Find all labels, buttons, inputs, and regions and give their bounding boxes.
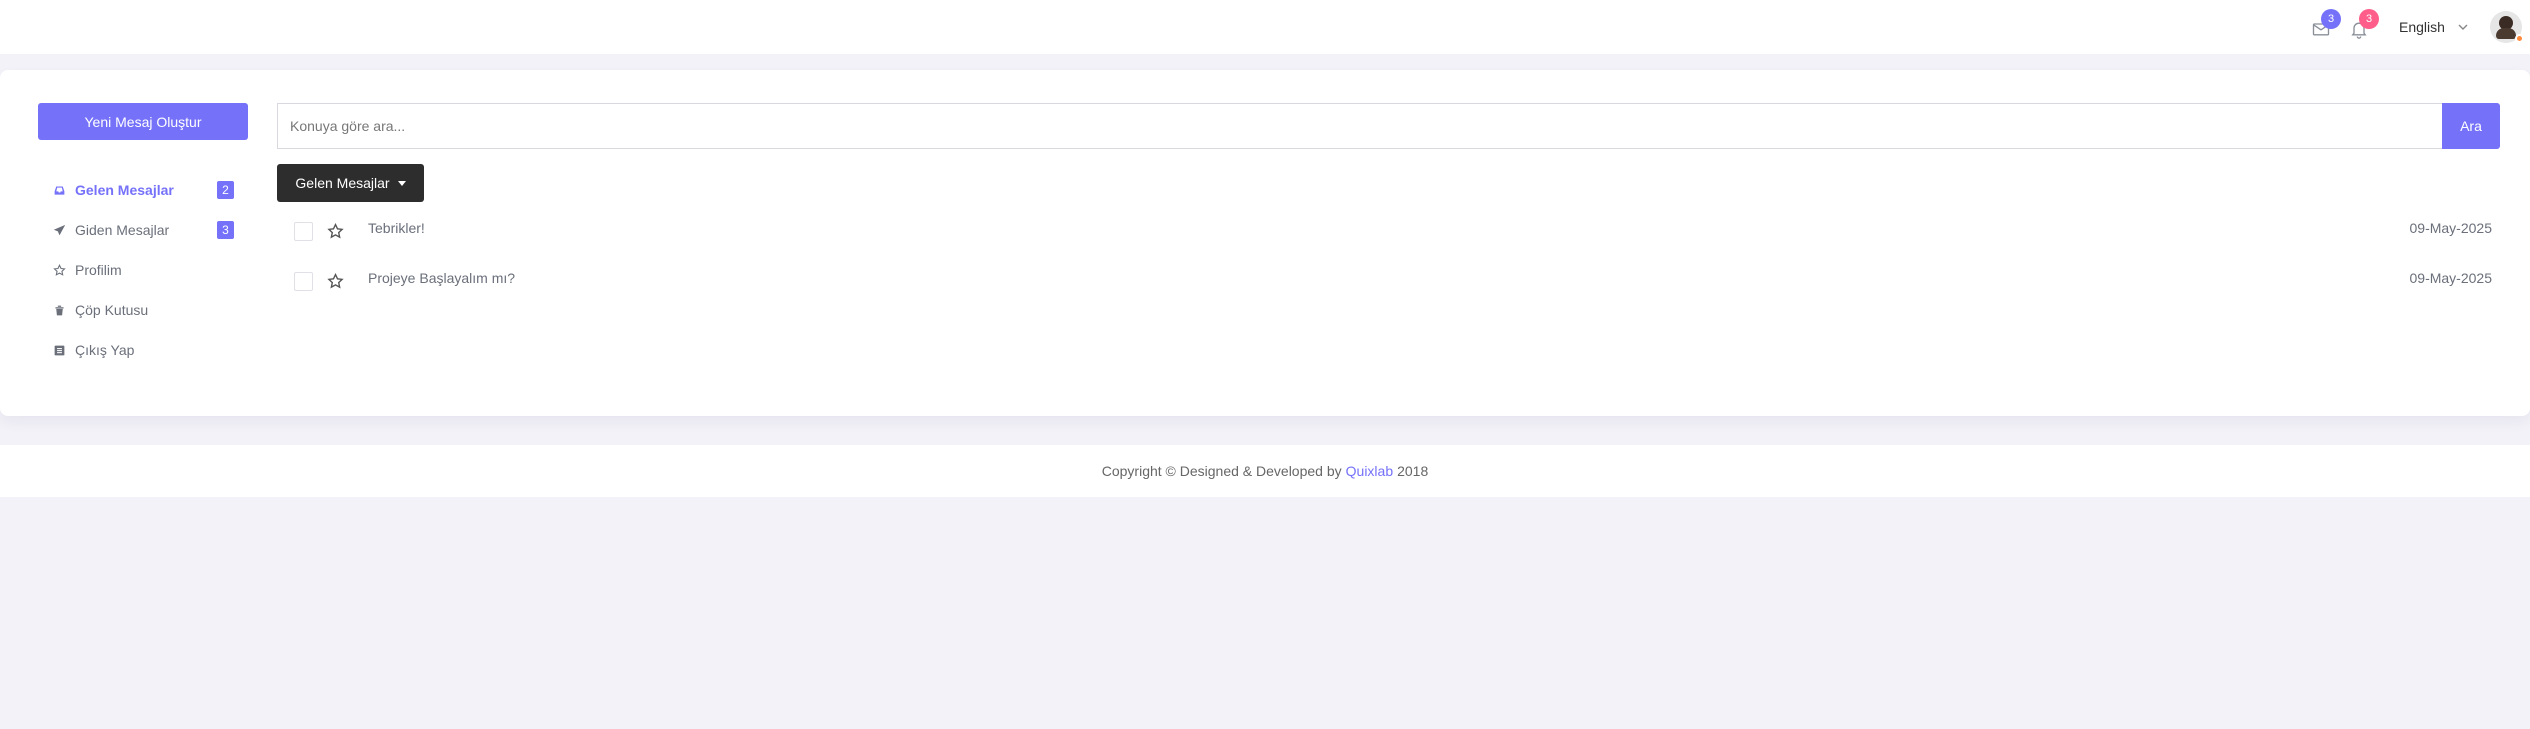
- sidebar-item-sent[interactable]: Giden Mesajlar 3: [52, 210, 234, 250]
- message-row[interactable]: Tebrikler! 09-May-2025: [277, 208, 2500, 248]
- sent-count-badge: 3: [217, 221, 234, 239]
- sidebar-item-label: Çıkış Yap: [75, 342, 135, 358]
- chevron-down-icon: [2458, 24, 2468, 30]
- message-checkbox[interactable]: [294, 272, 313, 291]
- folder-dropdown[interactable]: Gelen Mesajlar: [277, 164, 424, 202]
- search-input[interactable]: [277, 103, 2442, 149]
- footer: Copyright © Designed & Developed by Quix…: [0, 445, 2530, 497]
- search-button[interactable]: Ara: [2442, 103, 2500, 149]
- language-label: English: [2399, 19, 2445, 35]
- footer-link[interactable]: Quixlab: [1346, 463, 1393, 479]
- caret-down-icon: [397, 180, 406, 186]
- message-date: 09-May-2025: [2409, 220, 2493, 236]
- message-checkbox[interactable]: [294, 222, 313, 241]
- message-subject: Projeye Başlayalım mı?: [368, 270, 516, 286]
- sidebar-item-label: Giden Mesajlar: [75, 222, 170, 238]
- footer-copyright: Copyright © Designed & Developed by: [1101, 463, 1342, 479]
- logout-icon: [52, 343, 66, 357]
- search-bar: Ara: [277, 103, 2500, 149]
- folder-dropdown-label: Gelen Mesajlar: [295, 175, 390, 191]
- avatar-body: [2496, 28, 2516, 39]
- trash-icon: [52, 303, 66, 317]
- inbox-icon: [52, 183, 66, 197]
- message-date: 09-May-2025: [2409, 270, 2493, 286]
- star-icon[interactable]: [327, 272, 344, 290]
- sidebar-item-logout[interactable]: Çıkış Yap: [52, 330, 234, 370]
- language-selector[interactable]: English: [2399, 17, 2469, 37]
- message-row[interactable]: Projeye Başlayalım mı? 09-May-2025: [277, 258, 2500, 298]
- paper-plane-icon: [52, 223, 66, 237]
- status-dot: [2515, 34, 2524, 43]
- footer-year: 2018: [1397, 463, 1429, 479]
- sidebar-item-inbox[interactable]: Gelen Mesajlar 2: [52, 170, 234, 210]
- sidebar-item-label: Profilim: [75, 262, 122, 278]
- mailbox-card: Yeni Mesaj Oluştur Gelen Mesajlar 2 Gide…: [0, 70, 2530, 416]
- sidebar-nav: Gelen Mesajlar 2 Giden Mesajlar 3 Profil…: [52, 170, 234, 370]
- star-icon[interactable]: [327, 222, 344, 240]
- message-subject: Tebrikler!: [368, 220, 425, 236]
- star-icon: [52, 263, 66, 277]
- mail-badge: 3: [2321, 9, 2341, 29]
- notification-badge: 3: [2359, 9, 2379, 29]
- sidebar-item-profile[interactable]: Profilim: [52, 250, 234, 290]
- compose-button[interactable]: Yeni Mesaj Oluştur: [38, 103, 248, 140]
- mail-icon[interactable]: 3: [2310, 9, 2341, 40]
- inbox-count-badge: 2: [217, 181, 234, 199]
- sidebar-item-label: Gelen Mesajlar: [75, 182, 174, 198]
- sidebar-item-trash[interactable]: Çöp Kutusu: [52, 290, 234, 330]
- user-avatar[interactable]: [2490, 11, 2524, 43]
- top-header: 3 3 English: [0, 0, 2530, 54]
- sidebar-item-label: Çöp Kutusu: [75, 302, 149, 318]
- bell-icon[interactable]: 3: [2348, 9, 2379, 40]
